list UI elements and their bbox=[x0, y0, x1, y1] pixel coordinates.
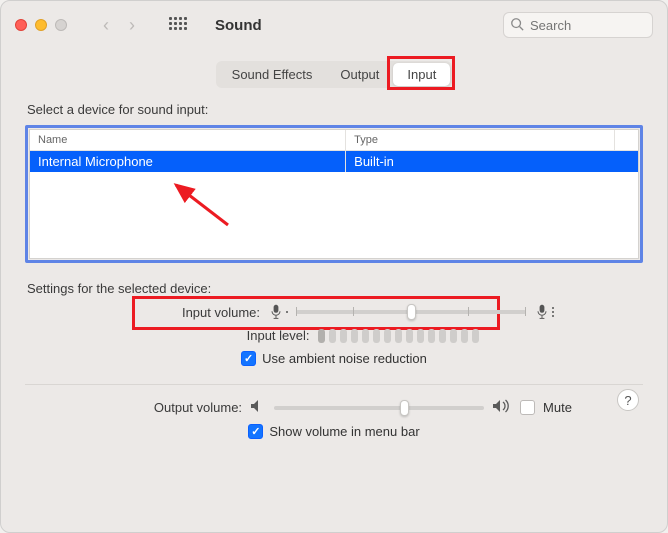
mute-label: Mute bbox=[543, 400, 572, 415]
search-input[interactable] bbox=[503, 12, 653, 38]
minimize-window-button[interactable] bbox=[35, 19, 47, 31]
search-field-wrap bbox=[503, 12, 653, 38]
back-button[interactable]: ‹ bbox=[103, 15, 109, 36]
input-volume-label: Input volume: bbox=[114, 305, 260, 320]
tab-sound-effects[interactable]: Sound Effects bbox=[218, 63, 327, 86]
input-level-meter bbox=[318, 329, 479, 343]
settings-heading: Settings for the selected device: bbox=[27, 281, 643, 296]
content-area: Sound Effects Output Input Select a devi… bbox=[1, 49, 667, 453]
ambient-noise-label: Use ambient noise reduction bbox=[262, 351, 427, 366]
device-table-header: Name Type bbox=[30, 130, 638, 151]
input-level-label: Input level: bbox=[164, 328, 310, 343]
speaker-low-icon bbox=[250, 399, 266, 416]
col-header-type: Type bbox=[346, 130, 614, 150]
close-window-button[interactable] bbox=[15, 19, 27, 31]
show-all-button[interactable] bbox=[169, 17, 185, 33]
tab-input[interactable]: Input bbox=[393, 63, 450, 86]
input-level-row: Input level: bbox=[25, 328, 643, 343]
output-section: Output volume: Mute ✓ Show volume i bbox=[25, 399, 643, 439]
device-row-internal-mic[interactable]: Internal Microphone Built-in bbox=[30, 151, 638, 172]
output-volume-thumb[interactable] bbox=[400, 400, 409, 416]
col-header-name: Name bbox=[30, 130, 346, 150]
output-volume-slider[interactable] bbox=[274, 406, 484, 410]
ambient-noise-checkbox[interactable]: ✓ bbox=[241, 351, 256, 366]
device-heading: Select a device for sound input: bbox=[27, 102, 643, 117]
mute-checkbox[interactable] bbox=[520, 400, 535, 415]
forward-button[interactable]: › bbox=[129, 15, 135, 36]
input-volume-slider[interactable] bbox=[296, 310, 526, 314]
ambient-noise-row: ✓ Use ambient noise reduction bbox=[25, 351, 643, 366]
tab-output[interactable]: Output bbox=[326, 63, 393, 86]
device-type-cell: Built-in bbox=[346, 151, 614, 172]
tabs-container: Sound Effects Output Input bbox=[25, 61, 643, 88]
tab-bar: Sound Effects Output Input bbox=[216, 61, 453, 88]
output-volume-row: Output volume: Mute bbox=[25, 399, 643, 416]
menu-bar-row: ✓ Show volume in menu bar bbox=[25, 424, 643, 439]
input-panel: Select a device for sound input: Name Ty… bbox=[25, 102, 643, 439]
window-controls bbox=[15, 19, 67, 31]
mic-high-icon bbox=[534, 304, 554, 320]
zoom-window-button[interactable] bbox=[55, 19, 67, 31]
device-table: Name Type Internal Microphone Built-in bbox=[29, 129, 639, 259]
speaker-high-icon bbox=[492, 399, 512, 416]
input-volume-row: Input volume: bbox=[25, 304, 643, 320]
mic-low-icon bbox=[268, 304, 288, 320]
input-volume-thumb[interactable] bbox=[407, 304, 416, 320]
divider bbox=[25, 384, 643, 385]
sound-preferences-window: ‹ › Sound Sound Effects Output Input Se bbox=[0, 0, 668, 533]
device-name-cell: Internal Microphone bbox=[30, 151, 346, 172]
col-header-spacer bbox=[614, 130, 638, 150]
search-icon bbox=[510, 17, 524, 34]
nav-arrows: ‹ › bbox=[103, 15, 135, 36]
menu-bar-checkbox[interactable]: ✓ bbox=[248, 424, 263, 439]
titlebar: ‹ › Sound bbox=[1, 1, 667, 49]
menu-bar-label: Show volume in menu bar bbox=[269, 424, 419, 439]
window-title: Sound bbox=[215, 17, 262, 34]
annotation-device-highlight: Name Type Internal Microphone Built-in bbox=[25, 125, 643, 263]
output-volume-label: Output volume: bbox=[96, 400, 242, 415]
